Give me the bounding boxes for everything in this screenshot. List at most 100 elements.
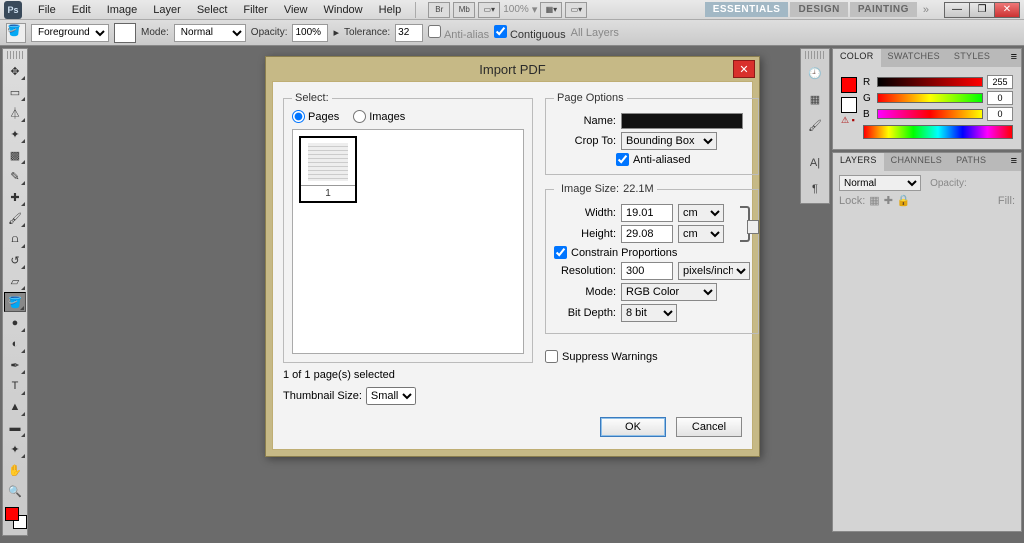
opacity-field[interactable] bbox=[292, 24, 328, 42]
menu-edit[interactable]: Edit bbox=[64, 1, 99, 19]
tab-color[interactable]: COLOR bbox=[833, 49, 881, 67]
tolerance-field[interactable] bbox=[395, 24, 423, 42]
bridge-icon[interactable]: Br bbox=[428, 2, 450, 18]
antialias-checkbox[interactable] bbox=[428, 25, 441, 38]
color-mode-select[interactable]: RGB Color bbox=[621, 283, 717, 301]
pattern-swatch[interactable] bbox=[114, 23, 136, 43]
eyedropper-tool[interactable]: ✎ bbox=[4, 166, 26, 186]
constrain-checkbox[interactable] bbox=[554, 246, 567, 259]
bucket-tool[interactable]: 🪣 bbox=[4, 292, 26, 312]
layers-menu-icon[interactable]: ≡ bbox=[1007, 153, 1021, 171]
tab-channels[interactable]: CHANNELS bbox=[884, 153, 949, 171]
miniview-icon[interactable]: Mb bbox=[453, 2, 475, 18]
menu-image[interactable]: Image bbox=[99, 1, 146, 19]
r-value[interactable]: 255 bbox=[987, 75, 1013, 89]
path-select-tool[interactable]: ▲ bbox=[4, 397, 26, 417]
page-thumbnail-1[interactable]: 1 bbox=[299, 136, 357, 203]
menu-help[interactable]: Help bbox=[371, 1, 410, 19]
g-value[interactable]: 0 bbox=[987, 91, 1013, 105]
hand-tool[interactable]: ✋ bbox=[4, 460, 26, 480]
width-field[interactable] bbox=[621, 204, 673, 222]
type-tool[interactable]: T bbox=[4, 376, 26, 396]
workspace-design[interactable]: DESIGN bbox=[790, 2, 847, 17]
panel-grip[interactable] bbox=[805, 51, 825, 59]
b-value[interactable]: 0 bbox=[987, 107, 1013, 121]
images-radio[interactable] bbox=[353, 110, 366, 123]
menu-view[interactable]: View bbox=[276, 1, 316, 19]
ok-button[interactable]: OK bbox=[600, 417, 666, 437]
menu-file[interactable]: File bbox=[30, 1, 64, 19]
menu-select[interactable]: Select bbox=[189, 1, 236, 19]
history-brush-tool[interactable]: ↺ bbox=[4, 250, 26, 270]
shape-tool[interactable]: ▬ bbox=[4, 418, 26, 438]
resolution-unit-select[interactable]: pixels/inch bbox=[678, 262, 750, 280]
marquee-tool[interactable]: ▭ bbox=[4, 82, 26, 102]
heal-tool[interactable]: ✚ bbox=[4, 187, 26, 207]
history-icon[interactable]: 🕘 bbox=[802, 61, 828, 85]
tab-styles[interactable]: STYLES bbox=[947, 49, 997, 67]
dialog-close-button[interactable]: ✕ bbox=[733, 60, 755, 78]
r-slider[interactable] bbox=[877, 77, 983, 87]
lock-position-icon[interactable]: ✚ bbox=[884, 194, 893, 207]
menu-window[interactable]: Window bbox=[316, 1, 371, 19]
grid-icon[interactable]: ▦▾ bbox=[540, 2, 562, 18]
window-minimize[interactable]: — bbox=[944, 2, 970, 18]
constrain-link-icon[interactable] bbox=[740, 206, 750, 242]
menu-filter[interactable]: Filter bbox=[235, 1, 275, 19]
fill-source-select[interactable]: Foreground bbox=[31, 24, 109, 42]
paragraph-icon[interactable]: ¶ bbox=[802, 177, 828, 201]
blur-tool[interactable]: ● bbox=[4, 313, 26, 333]
tab-swatches[interactable]: SWATCHES bbox=[881, 49, 947, 67]
thumbnail-size-select[interactable]: Small bbox=[366, 387, 416, 405]
resolution-field[interactable] bbox=[621, 262, 673, 280]
width-unit-select[interactable]: cm bbox=[678, 204, 724, 222]
panel-menu-icon[interactable]: ≡ bbox=[1007, 49, 1021, 67]
name-field[interactable]: hidden bbox=[621, 113, 743, 129]
height-unit-select[interactable]: cm bbox=[678, 225, 724, 243]
swatches-icon[interactable]: ▦ bbox=[802, 87, 828, 111]
wand-tool[interactable]: ✦ bbox=[4, 124, 26, 144]
tab-paths[interactable]: PATHS bbox=[949, 153, 993, 171]
brush-presets-icon[interactable]: 🖌 bbox=[802, 113, 828, 137]
window-restore[interactable]: ❐ bbox=[969, 2, 995, 18]
toolbox-grip[interactable] bbox=[7, 51, 23, 59]
crop-to-select[interactable]: Bounding Box bbox=[621, 132, 717, 150]
pages-radio[interactable] bbox=[292, 110, 305, 123]
g-slider[interactable] bbox=[877, 93, 983, 103]
menu-layer[interactable]: Layer bbox=[145, 1, 189, 19]
crop-tool[interactable]: ▩ bbox=[4, 145, 26, 165]
workspace-essentials[interactable]: ESSENTIALS bbox=[705, 2, 789, 17]
lock-all-icon[interactable]: 🔒 bbox=[897, 194, 911, 207]
antialiased-checkbox[interactable] bbox=[616, 153, 629, 166]
foreground-color-swatch[interactable] bbox=[5, 507, 19, 521]
zoom-tool[interactable]: 🔍 bbox=[4, 481, 26, 501]
tab-layers[interactable]: LAYERS bbox=[833, 153, 884, 171]
blend-mode-select[interactable]: Normal bbox=[174, 24, 246, 42]
color-swatches[interactable] bbox=[5, 507, 27, 529]
cancel-button[interactable]: Cancel bbox=[676, 417, 742, 437]
3d-tool[interactable]: ✦ bbox=[4, 439, 26, 459]
height-field[interactable] bbox=[621, 225, 673, 243]
dodge-tool[interactable]: ◐ bbox=[4, 334, 26, 354]
arrange-icon[interactable]: ▭▾ bbox=[565, 2, 587, 18]
stamp-tool[interactable]: ⩍ bbox=[4, 229, 26, 249]
layer-blend-select[interactable]: Normal bbox=[839, 175, 921, 191]
workspace-more-icon[interactable]: » bbox=[923, 4, 929, 16]
suppress-warnings-checkbox[interactable] bbox=[545, 350, 558, 363]
lasso-tool[interactable]: ⏃ bbox=[4, 103, 26, 123]
b-slider[interactable] bbox=[877, 109, 983, 119]
workspace-painting[interactable]: PAINTING bbox=[850, 2, 917, 17]
panel-fg-swatch[interactable] bbox=[841, 77, 857, 93]
spectrum-picker[interactable] bbox=[863, 125, 1013, 139]
lock-pixels-icon[interactable]: ▦ bbox=[869, 194, 879, 207]
bitdepth-select[interactable]: 8 bit bbox=[621, 304, 677, 322]
thumbnail-list[interactable]: 1 bbox=[292, 129, 524, 354]
pen-tool[interactable]: ✒ bbox=[4, 355, 26, 375]
window-close[interactable]: ✕ bbox=[994, 2, 1020, 18]
panel-bg-swatch[interactable] bbox=[841, 97, 857, 113]
brush-tool[interactable]: 🖌 bbox=[4, 208, 26, 228]
contiguous-checkbox[interactable] bbox=[494, 25, 507, 38]
eraser-tool[interactable]: ▱ bbox=[4, 271, 26, 291]
screen-mode-icon[interactable]: ▭▾ bbox=[478, 2, 500, 18]
character-icon[interactable]: A| bbox=[802, 151, 828, 175]
